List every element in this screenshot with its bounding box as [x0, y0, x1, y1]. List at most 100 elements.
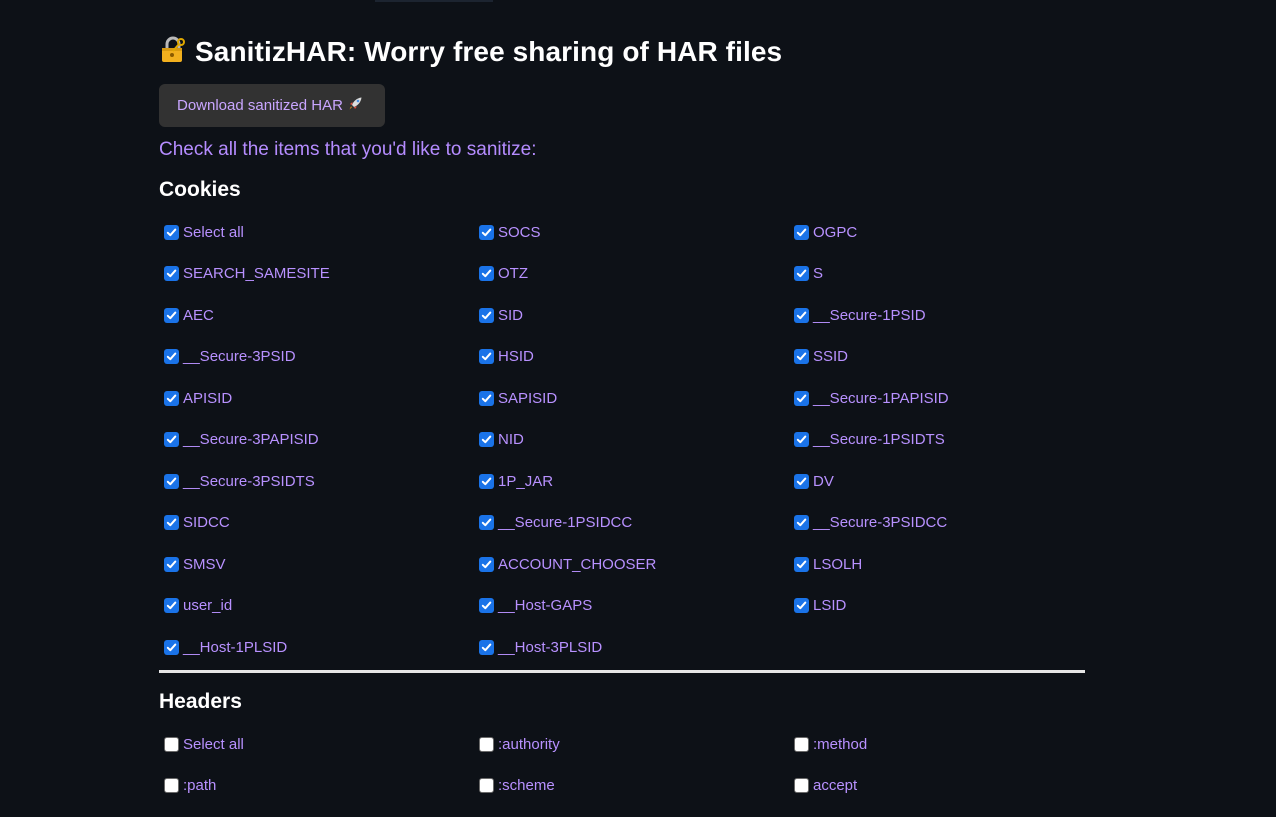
cookies-checkbox-item-host-3plsid[interactable]: __Host-3PLSID [479, 637, 794, 657]
checkbox-unchecked[interactable] [164, 778, 179, 793]
cookies-checkbox-item-dv[interactable]: DV [794, 471, 1109, 491]
cookies-checkbox-item-socs[interactable]: SOCS [479, 222, 794, 242]
cookies-checkbox-item-account-chooser[interactable]: ACCOUNT_CHOOSER [479, 554, 794, 574]
cookies-checkbox-item-sidcc[interactable]: SIDCC [164, 513, 479, 533]
checkbox-checked[interactable] [479, 639, 494, 655]
checkbox-checked[interactable] [164, 349, 179, 364]
cookies-checkbox-grid: Select all SOCS OGPC SEARCH_SAMESITE OTZ S AEC… [164, 222, 1109, 679]
checkbox-unchecked[interactable] [164, 736, 179, 752]
cookies-checkbox-item-secure-3papisid[interactable]: __Secure-3PAPISID [164, 430, 479, 450]
cookies-checkbox-item-secure-3psid[interactable]: __Secure-3PSID [164, 347, 479, 367]
checkbox-label: SIDCC [183, 514, 230, 531]
headers-checkbox-item-scheme[interactable]: :scheme [479, 776, 794, 796]
headers-checkbox-grid: Select all:authority:method :path :scheme a… [164, 734, 1109, 817]
checkbox-checked[interactable] [164, 556, 179, 572]
cookies-checkbox-item-secure-1psid[interactable]: __Secure-1PSID [794, 305, 1109, 325]
cookies-checkbox-item-lsolh[interactable]: LSOLH [794, 554, 1109, 574]
checkbox-label: Select all [183, 223, 244, 241]
cookies-checkbox-item-sid[interactable]: SID [479, 305, 794, 325]
checkbox-checked[interactable] [794, 266, 809, 281]
cookies-checkbox-item-search-samesite[interactable]: SEARCH_SAMESITE [164, 264, 479, 284]
cookies-checkbox-item-smsv[interactable]: SMSV [164, 554, 479, 574]
cookies-checkbox-item-nid[interactable]: NID [479, 430, 794, 450]
checkbox-label: SID [498, 306, 524, 324]
checkbox-label: SOCS [498, 223, 541, 241]
checkbox-checked[interactable] [479, 266, 494, 281]
checkbox-unchecked[interactable] [794, 778, 809, 793]
cookies-checkbox-item-secure-1psidts[interactable]: __Secure-1PSIDTS [794, 430, 1109, 450]
cookies-checkbox-item-host-gaps[interactable]: __Host-GAPS [479, 596, 794, 616]
checkbox-checked[interactable] [794, 473, 809, 489]
checkbox-label: :path [183, 777, 217, 794]
checkbox-checked[interactable] [164, 515, 179, 530]
checkbox-label: SEARCH_SAMESITE [183, 265, 330, 282]
checkbox-checked[interactable] [479, 432, 494, 447]
checkbox-checked[interactable] [479, 390, 494, 406]
page-title: SanitizHAR: Worry free sharing of HAR fi… [159, 36, 782, 70]
cookies-checkbox-item-user-id[interactable]: user_id [164, 596, 479, 616]
checkbox-checked[interactable] [794, 224, 809, 240]
cookies-checkbox-item-secure-1psidcc[interactable]: __Secure-1PSIDCC [479, 513, 794, 533]
checkbox-checked[interactable] [479, 307, 494, 323]
cookies-checkbox-item-secure-3psidts[interactable]: __Secure-3PSIDTS [164, 471, 479, 491]
checkbox-label: __Host-GAPS [498, 597, 593, 614]
headers-checkbox-item-path[interactable]: :path [164, 776, 479, 796]
cookies-checkbox-item-ogpc[interactable]: OGPC [794, 222, 1109, 242]
download-sanitized-har-button[interactable]: Download sanitized HAR [159, 84, 385, 127]
cookies-checkbox-item-secure-1papisid[interactable]: __Secure-1PAPISID [794, 388, 1109, 408]
top-divider-fragment [375, 0, 493, 2]
checkbox-checked[interactable] [794, 515, 809, 530]
checkbox-label: SAPISID [498, 389, 558, 407]
checkbox-checked[interactable] [479, 556, 494, 572]
instructions-text: Check all the items that you'd like to s… [159, 139, 537, 160]
checkbox-checked[interactable] [479, 598, 494, 613]
checkbox-checked[interactable] [479, 224, 494, 240]
checkbox-unchecked[interactable] [794, 736, 809, 752]
cookies-checkbox-item-otz[interactable]: OTZ [479, 264, 794, 284]
checkbox-checked[interactable] [164, 639, 179, 655]
headers-section-title: Headers [159, 690, 242, 713]
checkbox-label: :scheme [498, 777, 555, 794]
checkbox-checked[interactable] [794, 598, 809, 613]
checkbox-label: NID [498, 431, 524, 448]
checkbox-checked[interactable] [794, 307, 809, 323]
checkbox-unchecked[interactable] [479, 736, 494, 752]
cookies-checkbox-item-select-all[interactable]: Select all [164, 222, 479, 242]
checkbox-checked[interactable] [164, 390, 179, 406]
checkbox-checked[interactable] [794, 432, 809, 447]
page-title-text: SanitizHAR: Worry free sharing of HAR fi… [195, 36, 783, 67]
checkbox-checked[interactable] [479, 473, 494, 489]
cookies-checkbox-item-1p-jar[interactable]: 1P_JAR [479, 471, 794, 491]
checkbox-checked[interactable] [164, 432, 179, 447]
headers-checkbox-item-method[interactable]: :method [794, 734, 1109, 754]
checkbox-checked[interactable] [164, 598, 179, 613]
headers-checkbox-item-select-all[interactable]: Select all [164, 734, 479, 754]
cookies-checkbox-item-s[interactable]: S [794, 264, 1109, 284]
headers-checkbox-item-authority[interactable]: :authority [479, 734, 794, 754]
checkbox-label: accept [813, 777, 858, 794]
cookies-checkbox-item-aec[interactable]: AEC [164, 305, 479, 325]
cookies-checkbox-item-ssid[interactable]: SSID [794, 347, 1109, 367]
checkbox-checked[interactable] [794, 390, 809, 406]
checkbox-checked[interactable] [164, 266, 179, 281]
checkbox-label: __Secure-1PSID [813, 306, 926, 324]
checkbox-checked[interactable] [164, 307, 179, 323]
checkbox-checked[interactable] [794, 349, 809, 364]
cookies-checkbox-item-host-1plsid[interactable]: __Host-1PLSID [164, 637, 479, 657]
checkbox-checked[interactable] [794, 556, 809, 572]
cookies-checkbox-item-secure-3psidcc[interactable]: __Secure-3PSIDCC [794, 513, 1109, 533]
cookies-checkbox-item-apisid[interactable]: APISID [164, 388, 479, 408]
cookies-checkbox-item-lsid[interactable]: LSID [794, 596, 1109, 616]
rocket-icon [348, 96, 363, 115]
cookies-checkbox-item-hsid[interactable]: HSID [479, 347, 794, 367]
headers-checkbox-item-accept[interactable]: accept [794, 776, 1109, 796]
checkbox-checked[interactable] [479, 349, 494, 364]
checkbox-checked[interactable] [164, 224, 179, 240]
cookies-checkbox-item-sapisid[interactable]: SAPISID [479, 388, 794, 408]
checkbox-unchecked[interactable] [479, 778, 494, 793]
cookies-section-title: Cookies [159, 178, 241, 201]
checkbox-checked[interactable] [164, 473, 179, 489]
checkbox-checked[interactable] [479, 515, 494, 530]
checkbox-label: LSOLH [813, 555, 863, 573]
checkbox-label: user_id [183, 597, 233, 614]
